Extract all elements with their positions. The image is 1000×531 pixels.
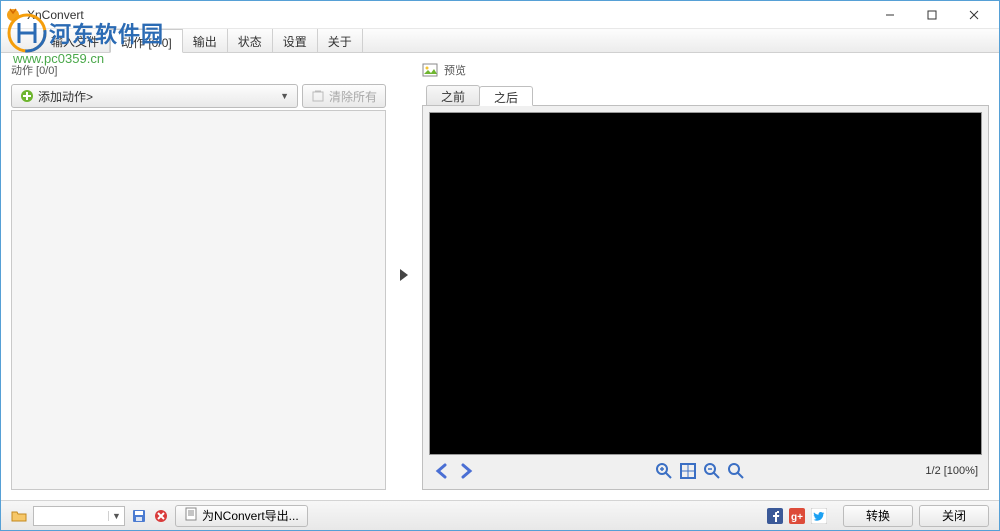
- open-folder-button[interactable]: [11, 508, 27, 524]
- plus-icon: [20, 89, 34, 103]
- actions-toolbar: 添加动作> ▼ 清除所有: [11, 84, 386, 108]
- actions-pane: 动作 [0/0] 添加动作> ▼ 清除所有: [11, 60, 386, 490]
- delete-button[interactable]: [153, 508, 169, 524]
- arrow-divider: [392, 60, 416, 490]
- facebook-icon[interactable]: [767, 508, 783, 524]
- app-icon: [5, 7, 21, 23]
- window-title: XnConvert: [27, 8, 869, 22]
- preview-counter: 1/2 [100%]: [925, 465, 978, 477]
- tab-about[interactable]: 关于: [318, 29, 363, 52]
- preview-container: 1/2 [100%]: [422, 106, 989, 490]
- close-button[interactable]: [953, 2, 995, 28]
- preview-pane: 预览 之前 之后 1/2 [100%]: [422, 60, 989, 490]
- tab-before[interactable]: 之前: [426, 85, 480, 105]
- script-icon: [184, 507, 198, 524]
- image-icon: [422, 62, 438, 78]
- titlebar: XnConvert: [1, 1, 999, 29]
- export-nconvert-button[interactable]: 为NConvert导出...: [175, 505, 308, 527]
- close-window-button[interactable]: 关闭: [919, 505, 989, 527]
- main-tabs: 输入文件 动作 [0/0] 输出 状态 设置 关于: [1, 29, 999, 53]
- preview-header: 预览: [422, 60, 989, 80]
- arrow-right-icon: [399, 268, 409, 282]
- tab-settings[interactable]: 设置: [273, 29, 318, 52]
- zoom-in-button[interactable]: [655, 462, 673, 480]
- next-image-button[interactable]: [457, 462, 475, 480]
- bottom-bar: ▼ 为NConvert导出... g+ 转换 关闭: [1, 500, 999, 530]
- tab-after[interactable]: 之后: [479, 86, 533, 106]
- chevron-down-icon: ▼: [108, 511, 124, 521]
- zoom-actual-button[interactable]: [727, 462, 745, 480]
- clear-all-label: 清除所有: [329, 88, 377, 105]
- preview-tabs: 之前 之后: [422, 84, 989, 106]
- content-area: 动作 [0/0] 添加动作> ▼ 清除所有 预览 之前 之后: [1, 54, 999, 500]
- zoom-out-button[interactable]: [703, 462, 721, 480]
- save-button[interactable]: [131, 508, 147, 524]
- actions-list[interactable]: [11, 110, 386, 490]
- convert-button[interactable]: 转换: [843, 505, 913, 527]
- minimize-button[interactable]: [869, 2, 911, 28]
- window-controls: [869, 2, 995, 28]
- tab-status[interactable]: 状态: [228, 29, 273, 52]
- add-action-button[interactable]: 添加动作> ▼: [11, 84, 298, 108]
- clear-icon: [311, 89, 325, 103]
- actions-header: 动作 [0/0]: [11, 60, 386, 80]
- tab-actions[interactable]: 动作 [0/0]: [110, 29, 183, 53]
- tab-output[interactable]: 输出: [183, 29, 228, 52]
- preview-header-label: 预览: [444, 62, 466, 78]
- clear-all-button[interactable]: 清除所有: [302, 84, 386, 108]
- add-action-label: 添加动作>: [38, 88, 93, 105]
- prev-image-button[interactable]: [433, 462, 451, 480]
- maximize-button[interactable]: [911, 2, 953, 28]
- googleplus-icon[interactable]: g+: [789, 508, 805, 524]
- preview-toolbar: 1/2 [100%]: [429, 459, 982, 483]
- svg-text:g+: g+: [791, 512, 803, 523]
- export-nconvert-label: 为NConvert导出...: [202, 507, 299, 524]
- chevron-down-icon: ▼: [280, 91, 289, 101]
- social-links: g+: [767, 508, 827, 524]
- zoom-fit-button[interactable]: [679, 462, 697, 480]
- preview-image[interactable]: [429, 112, 982, 455]
- preset-combo[interactable]: ▼: [33, 506, 125, 526]
- tab-input[interactable]: 输入文件: [41, 29, 110, 52]
- actions-header-label: 动作 [0/0]: [11, 62, 57, 78]
- twitter-icon[interactable]: [811, 508, 827, 524]
